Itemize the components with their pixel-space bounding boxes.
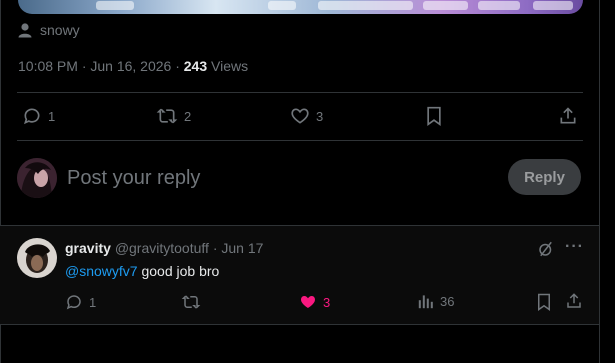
like-action[interactable]: 3 <box>290 106 323 126</box>
heart-icon <box>291 108 309 124</box>
share-icon <box>567 293 581 308</box>
reply-mention-link[interactable]: @snowyfv7 <box>65 263 138 279</box>
more-options-button[interactable]: ··· <box>565 238 584 256</box>
reply-repost-action[interactable] <box>181 293 201 316</box>
reply-share-button[interactable] <box>565 292 583 315</box>
reply-action[interactable]: 1 <box>22 106 55 126</box>
grok-button[interactable] <box>537 240 555 263</box>
user-icon <box>18 23 32 38</box>
reply-body: @snowyfv7 good job bro <box>65 263 219 279</box>
post-views-label: Views <box>207 58 249 74</box>
reply-text: good job bro <box>137 263 220 279</box>
reply-reply-action[interactable]: 1 <box>65 293 96 311</box>
bookmark-icon <box>538 293 550 311</box>
reply-header: gravity @gravitytootuff · Jun 17 <box>65 240 263 256</box>
post-timestamp[interactable]: 10:08 PM · Jun 16, 2026 · <box>18 58 184 74</box>
post-author-row[interactable]: snowy <box>18 22 80 38</box>
more-icon: ··· <box>565 238 584 255</box>
post-meta: 10:08 PM · Jun 16, 2026 · 243 Views <box>18 58 248 74</box>
repost-icon <box>181 295 201 309</box>
repost-action[interactable]: 2 <box>156 106 191 126</box>
reply-display-name[interactable]: gravity <box>65 240 111 256</box>
bookmark-icon <box>427 106 441 126</box>
grok-icon <box>539 241 552 257</box>
post-views-count: 243 <box>183 58 208 74</box>
reply-bookmark-button[interactable] <box>536 293 552 316</box>
reply-reply-count: 1 <box>89 294 97 310</box>
like-count: 3 <box>316 108 324 124</box>
reply-handle-date[interactable]: @gravitytootuff · Jun 17 <box>115 240 264 256</box>
reply-count: 1 <box>48 108 56 124</box>
share-button[interactable] <box>558 106 578 131</box>
repost-count: 2 <box>184 108 192 124</box>
divider <box>0 324 599 325</box>
analytics-icon <box>418 295 433 309</box>
heart-filled-icon <box>300 296 316 308</box>
comment-icon <box>24 108 40 125</box>
divider <box>0 225 599 226</box>
repost-icon <box>156 108 178 124</box>
reply-views-count: 36 <box>440 293 455 309</box>
share-icon <box>560 107 576 124</box>
post-media-image[interactable] <box>18 0 583 14</box>
current-user-avatar[interactable] <box>17 158 57 198</box>
reply-button[interactable]: Reply <box>508 159 581 195</box>
reply-views-action[interactable]: 36 <box>418 293 454 309</box>
divider <box>17 92 583 93</box>
post-author-name[interactable]: snowy <box>40 22 80 38</box>
page-gutter <box>601 0 615 363</box>
bookmark-button[interactable] <box>425 106 443 131</box>
reply-like-count: 3 <box>323 294 331 310</box>
reply-like-action[interactable]: 3 <box>299 293 330 311</box>
comment-icon <box>66 295 81 310</box>
reply-author-avatar[interactable] <box>17 238 57 278</box>
reply-input[interactable]: Post your reply <box>67 167 200 190</box>
divider <box>17 140 583 141</box>
column-border-right <box>599 0 600 363</box>
